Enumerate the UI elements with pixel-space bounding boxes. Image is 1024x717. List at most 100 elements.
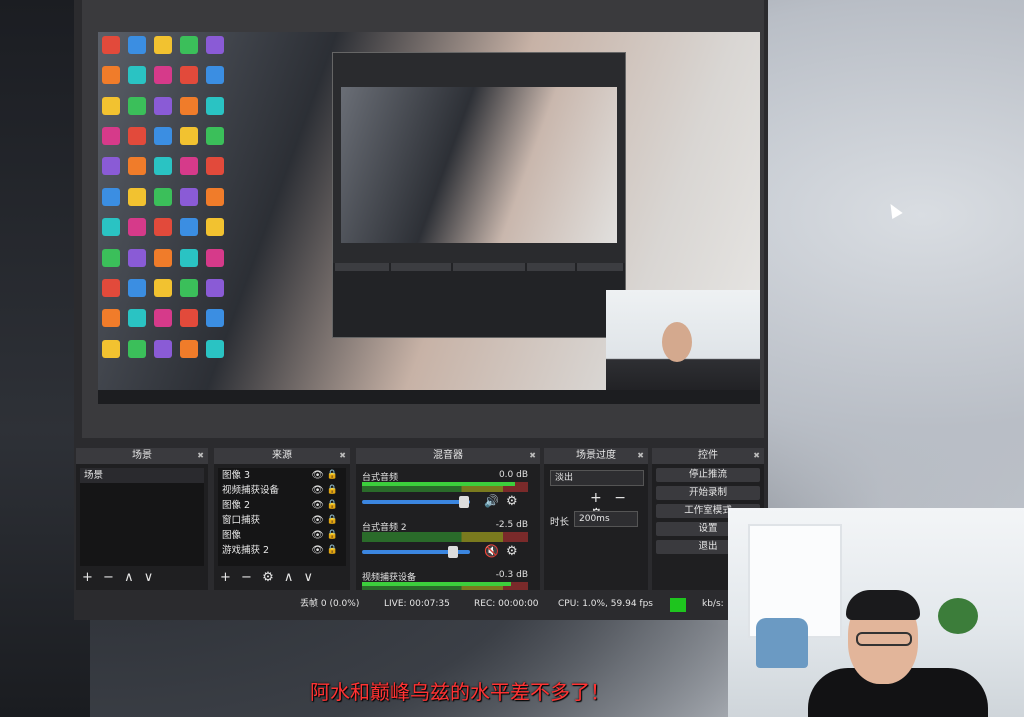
preview-area (82, 0, 764, 438)
start-recording-button[interactable]: 开始录制 (656, 486, 760, 500)
source-label: 图像 3 (222, 470, 251, 481)
track-gear-icon[interactable]: ⚙ (506, 494, 518, 509)
desktop-app-icon (206, 36, 224, 54)
visibility-eye-icon[interactable]: 👁 (311, 468, 324, 483)
stream-preview[interactable] (98, 32, 760, 404)
desktop-app-icon (180, 278, 198, 297)
desktop-app-icon (154, 127, 172, 146)
desktop-app-icon (154, 66, 172, 85)
lock-icon[interactable]: 🔒 (327, 528, 338, 543)
desktop-app-icon (154, 36, 172, 54)
desktop-app-icon (102, 96, 120, 115)
scenes-dock: 场景 ✖ 场景 + − ∧ ∨ (76, 448, 208, 590)
desktop-app-icon (128, 309, 146, 328)
volume-slider-handle[interactable] (448, 546, 459, 558)
source-item[interactable]: 图像 2 👁 🔒 (218, 498, 346, 513)
source-item[interactable]: 图像 3 👁 🔒 (218, 468, 346, 483)
lock-icon[interactable]: 🔒 (327, 468, 338, 483)
volume-meter (362, 482, 528, 492)
desktop-app-icon (180, 157, 198, 176)
lock-icon[interactable]: 🔒 (327, 483, 338, 498)
live-time: LIVE: 00:07:35 (384, 599, 450, 609)
visibility-eye-icon[interactable]: 👁 (311, 543, 324, 558)
stop-streaming-button[interactable]: 停止推流 (656, 468, 760, 482)
volume-slider-handle[interactable] (459, 496, 470, 508)
desktop-app-icon (102, 127, 120, 146)
source-item[interactable]: 视频捕获设备 👁 🔒 (218, 483, 346, 498)
desktop-app-icon (154, 278, 172, 297)
remove-scene-icon[interactable]: − (103, 570, 114, 586)
move-up-icon[interactable]: ∧ (124, 570, 134, 586)
desktop-app-icon (102, 36, 120, 54)
add-scene-icon[interactable]: + (82, 570, 93, 586)
source-label: 游戏捕获 2 (222, 545, 270, 556)
lock-icon[interactable]: 🔒 (327, 513, 338, 528)
desktop-app-icon (206, 157, 224, 176)
track-gear-icon[interactable]: ⚙ (506, 544, 518, 559)
close-icon[interactable]: ✖ (529, 448, 536, 464)
muted-speaker-icon[interactable]: 🔇 (484, 544, 499, 558)
move-up-icon[interactable]: ∧ (284, 570, 294, 586)
desktop-app-icon (128, 218, 146, 237)
source-label: 窗口捕获 (222, 515, 261, 526)
scene-item[interactable]: 场景 (80, 468, 204, 483)
desktop-app-icon (180, 96, 198, 115)
source-item[interactable]: 窗口捕获 👁 🔒 (218, 513, 346, 528)
transition-select[interactable]: 淡出 (550, 470, 644, 486)
mixer-track: 视频捕获设备-0.3 dB🔊⚙ (356, 568, 540, 590)
track-db: 0.0 dB (498, 470, 528, 480)
mixer-title-text: 混音器 (433, 450, 463, 461)
add-source-icon[interactable]: + (220, 570, 231, 586)
desktop-app-icon (206, 66, 224, 85)
desktop-app-icon (154, 96, 172, 115)
desktop-app-icon (128, 278, 146, 297)
lock-icon[interactable]: 🔒 (327, 498, 338, 513)
preview-webcam (606, 290, 760, 404)
remove-transition-icon[interactable]: − (614, 490, 626, 506)
source-item[interactable]: 游戏捕获 2 👁 🔒 (218, 543, 346, 558)
visibility-eye-icon[interactable]: 👁 (311, 528, 324, 543)
visibility-eye-icon[interactable]: 👁 (311, 513, 324, 528)
speaker-icon[interactable]: 🔊 (484, 494, 499, 508)
lock-icon[interactable]: 🔒 (327, 543, 338, 558)
scenes-title-text: 场景 (132, 450, 152, 461)
desktop-app-icon (102, 309, 120, 328)
duration-input[interactable]: 200ms (574, 511, 638, 527)
desktop-app-icon (102, 157, 120, 176)
desktop-app-icon (206, 187, 224, 206)
desktop-app-icon (154, 248, 172, 267)
transitions-title-text: 场景过度 (576, 450, 616, 461)
add-transition-icon[interactable]: + (590, 490, 602, 506)
mixer-tracks: 台式音频 0.0 dB 🔊 ⚙ 台式音频 2 -2.5 dB 🔇 ⚙ 视频捕获设备 -0.3 dB… (356, 468, 540, 590)
close-icon[interactable]: ✖ (753, 448, 760, 464)
visibility-eye-icon[interactable]: 👁 (311, 483, 324, 498)
desktop-icons (102, 36, 230, 366)
desktop-app-icon (102, 339, 120, 358)
remove-source-icon[interactable]: − (241, 570, 252, 586)
track-db: -0.3 dB (495, 570, 528, 580)
controls-title-text: 控件 (698, 450, 718, 461)
desktop-app-icon (154, 309, 172, 328)
close-icon[interactable]: ✖ (339, 448, 346, 464)
source-item[interactable]: 图像 👁 🔒 (218, 528, 346, 543)
source-label: 图像 (222, 530, 242, 541)
volume-slider[interactable] (362, 546, 470, 558)
volume-slider[interactable] (362, 496, 470, 508)
sources-title-text: 来源 (272, 450, 292, 461)
desktop-app-icon (128, 36, 146, 54)
close-icon[interactable]: ✖ (637, 448, 644, 464)
cpu-fps: CPU: 1.0%, 59.94 fps (558, 599, 653, 609)
meter-level (362, 482, 515, 486)
desktop-app-icon (180, 218, 198, 237)
source-properties-gear-icon[interactable]: ⚙ (262, 570, 274, 586)
desktop-app-icon (102, 248, 120, 267)
transitions-dock: 场景过度 ✖ 淡出 + − ⚙ 时长 200ms (544, 448, 648, 590)
close-icon[interactable]: ✖ (197, 448, 204, 464)
move-down-icon[interactable]: ∨ (304, 570, 314, 586)
desktop-app-icon (206, 96, 224, 115)
move-down-icon[interactable]: ∨ (144, 570, 154, 586)
desktop-app-icon (128, 127, 146, 146)
desktop-app-icon (180, 36, 198, 54)
desktop-app-icon (128, 96, 146, 115)
visibility-eye-icon[interactable]: 👁 (311, 498, 324, 513)
